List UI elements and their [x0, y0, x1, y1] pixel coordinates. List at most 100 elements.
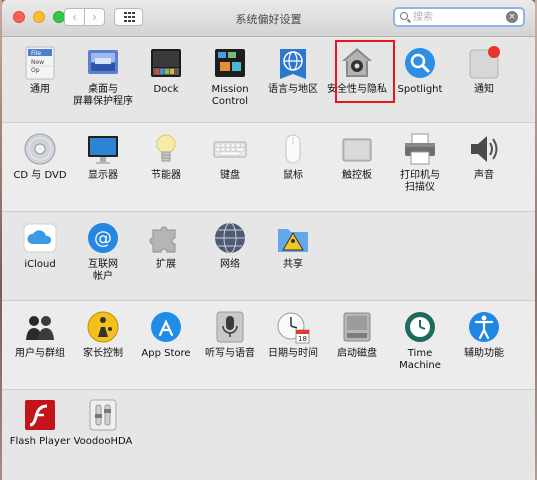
- date-time-icon: 18: [276, 310, 310, 344]
- flash-player-icon: [23, 398, 57, 432]
- security-privacy-icon: [340, 46, 374, 80]
- printers-scanners-icon: [403, 132, 437, 166]
- pref-pane-label: 通用: [30, 84, 50, 95]
- parental-controls-icon: [86, 310, 120, 344]
- energy-saver-icon: [149, 132, 183, 166]
- svg-text:Op: Op: [31, 67, 40, 74]
- pref-pane-icloud[interactable]: iCloud: [7, 221, 73, 271]
- pref-pane-label: 桌面与 屏幕保护程序: [73, 84, 133, 107]
- clear-search-icon[interactable]: ×: [506, 11, 518, 23]
- spotlight-icon: [403, 46, 437, 80]
- system-preferences-window: ‹ › 系统偏好设置 × File NewOp 通用 桌面与 屏幕保护程序 Dock Mi…: [2, 0, 535, 480]
- pref-pane-cd-dvd[interactable]: CD 与 DVD: [7, 132, 73, 182]
- voodoohda-icon: [86, 398, 120, 432]
- pref-pane-sound[interactable]: 声音: [451, 132, 517, 182]
- dictation-speech-icon: [213, 310, 247, 344]
- pref-pane-label: 语言与地区: [268, 84, 318, 95]
- users-groups-icon: [23, 310, 57, 344]
- pref-pane-security-privacy[interactable]: 安全性与隐私: [324, 46, 390, 96]
- pref-pane-general[interactable]: File New Op 通用: [7, 46, 73, 96]
- pref-pane-printers-scanners[interactable]: 打印机与 扫描仪: [387, 132, 453, 194]
- app-store-icon: [149, 310, 183, 344]
- pref-pane-desktop-screensaver[interactable]: 桌面与 屏幕保护程序: [70, 46, 136, 108]
- internet-accounts-icon: @: [86, 221, 120, 255]
- trackpad-icon: [340, 132, 374, 166]
- pref-pane-label: 通知: [474, 84, 494, 95]
- pref-pane-label: Flash Player: [9, 436, 71, 447]
- close-window-button[interactable]: [13, 11, 25, 23]
- dock-icon: [149, 46, 183, 80]
- mission-control-icon: [213, 46, 247, 80]
- pref-pane-language-region[interactable]: 语言与地区: [260, 46, 326, 96]
- forward-button[interactable]: ›: [84, 8, 105, 26]
- pref-pane-dock[interactable]: Dock: [133, 46, 199, 96]
- startup-disk-icon: [340, 310, 374, 344]
- time-machine-icon: [403, 310, 437, 344]
- svg-text:New: New: [31, 59, 44, 66]
- pref-pane-label: CD 与 DVD: [13, 170, 67, 181]
- icloud-icon: [23, 221, 57, 255]
- extensions-icon: [149, 221, 183, 255]
- pref-pane-label: Time Machine: [399, 348, 441, 371]
- desktop-screensaver-icon: [86, 46, 120, 80]
- pref-pane-label: 显示器: [88, 170, 118, 181]
- pref-pane-voodoohda[interactable]: VoodooHDA: [70, 398, 136, 448]
- pref-pane-label: 触控板: [342, 170, 372, 181]
- pref-pane-label: 节能器: [151, 170, 181, 181]
- pref-pane-label: 共享: [283, 259, 303, 270]
- pref-pane-date-time[interactable]: 18 日期与时间: [260, 310, 326, 360]
- pref-pane-spotlight[interactable]: Spotlight: [387, 46, 453, 96]
- pref-pane-network[interactable]: 网络: [197, 221, 263, 271]
- pref-pane-label: 声音: [474, 170, 494, 181]
- pref-pane-sharing[interactable]: 共享: [260, 221, 326, 271]
- pref-pane-accessibility[interactable]: 辅助功能: [451, 310, 517, 360]
- cd-dvd-icon: [23, 132, 57, 166]
- pref-pane-label: 用户与群组: [15, 348, 65, 359]
- pref-pane-label: 安全性与隐私: [327, 84, 387, 95]
- svg-text:File: File: [31, 50, 41, 57]
- keyboard-icon: [213, 132, 247, 166]
- pref-pane-displays[interactable]: 显示器: [70, 132, 136, 182]
- show-all-button[interactable]: [114, 8, 143, 26]
- title-bar: ‹ › 系统偏好设置 ×: [2, 0, 535, 37]
- pref-pane-label: App Store: [141, 348, 191, 359]
- pref-pane-time-machine[interactable]: Time Machine: [387, 310, 453, 372]
- pref-pane-label: 互联网 帐户: [88, 259, 118, 282]
- pref-pane-extensions[interactable]: 扩展: [133, 221, 199, 271]
- back-button[interactable]: ‹: [64, 8, 85, 26]
- pref-pane-label: Spotlight: [397, 84, 443, 95]
- pref-pane-app-store[interactable]: App Store: [133, 310, 199, 360]
- pref-pane-trackpad[interactable]: 触控板: [324, 132, 390, 182]
- pref-pane-keyboard[interactable]: 键盘: [197, 132, 263, 182]
- search-input[interactable]: [413, 10, 503, 24]
- search-icon: [400, 12, 408, 20]
- pref-pane-label: 家长控制: [83, 348, 123, 359]
- pref-pane-startup-disk[interactable]: 启动磁盘: [324, 310, 390, 360]
- pref-pane-label: Dock: [153, 84, 179, 95]
- pref-pane-mouse[interactable]: 鼠标: [260, 132, 326, 182]
- pref-pane-label: 听写与语音: [205, 348, 255, 359]
- pref-pane-users-groups[interactable]: 用户与群组: [7, 310, 73, 360]
- network-icon: [213, 221, 247, 255]
- pref-pane-label: 打印机与 扫描仪: [400, 170, 440, 193]
- language-region-icon: [276, 46, 310, 80]
- svg-text:@: @: [94, 228, 112, 249]
- pref-pane-label: 网络: [220, 259, 240, 270]
- pref-pane-mission-control[interactable]: Mission Control: [197, 46, 263, 108]
- pref-pane-notifications[interactable]: 通知: [451, 46, 517, 96]
- sound-icon: [467, 132, 501, 166]
- pref-pane-flash-player[interactable]: Flash Player: [7, 398, 73, 448]
- pref-pane-energy-saver[interactable]: 节能器: [133, 132, 199, 182]
- pref-pane-dictation-speech[interactable]: 听写与语音: [197, 310, 263, 360]
- search-field[interactable]: ×: [393, 7, 525, 27]
- pref-pane-internet-accounts[interactable]: @ 互联网 帐户: [70, 221, 136, 283]
- displays-icon: [86, 132, 120, 166]
- minimize-window-button[interactable]: [33, 11, 45, 23]
- pref-pane-parental-controls[interactable]: 家长控制: [70, 310, 136, 360]
- chevron-right-icon: ›: [92, 10, 97, 24]
- notifications-icon: [467, 46, 501, 80]
- pref-pane-label: 鼠标: [283, 170, 303, 181]
- pref-pane-label: 扩展: [156, 259, 176, 270]
- pref-pane-label: 辅助功能: [464, 348, 504, 359]
- pref-pane-label: 键盘: [220, 170, 240, 181]
